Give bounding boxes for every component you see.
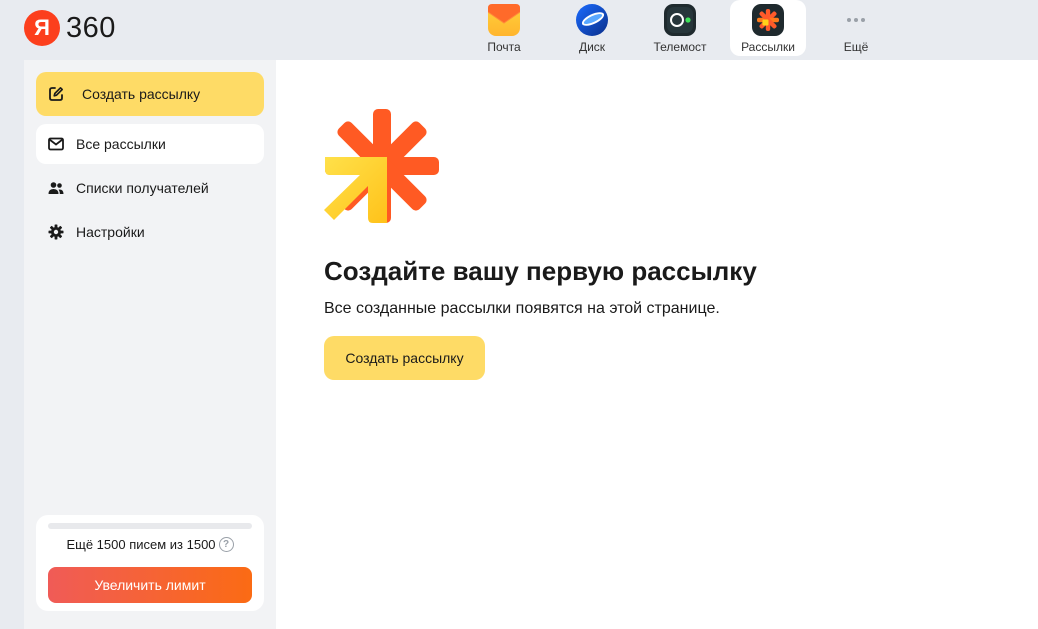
edit-pencil-icon xyxy=(48,86,64,102)
app-mailing-label: Рассылки xyxy=(741,40,795,54)
app-disk[interactable]: Диск xyxy=(554,0,630,56)
mailing-asterisk-icon xyxy=(752,4,784,36)
more-dots-icon xyxy=(840,4,872,36)
increase-limit-button[interactable]: Увеличить лимит xyxy=(48,567,252,603)
app-disk-label: Диск xyxy=(578,40,606,54)
sidebar-item-recipient-lists[interactable]: Списки получателей xyxy=(36,168,264,208)
yandex-360-logo[interactable]: Я 360 xyxy=(24,10,116,46)
app-mailing[interactable]: Рассылки xyxy=(730,0,806,56)
limit-progress-bar xyxy=(48,523,252,529)
help-question-icon[interactable]: ? xyxy=(218,537,234,552)
page-title: Создайте вашу первую рассылку xyxy=(324,256,757,286)
logo-360-text: 360 xyxy=(66,11,116,44)
mailing-logo-icon xyxy=(324,108,440,224)
sidebar-item-all-mailings[interactable]: Все рассылки xyxy=(36,124,264,164)
main-content: Создайте вашу первую рассылку Все создан… xyxy=(276,60,1038,629)
envelope-icon xyxy=(48,136,64,152)
app-mail[interactable]: Почта xyxy=(466,0,542,56)
sending-limit-card: Ещё 1500 писем из 1500 ? Увеличить лимит xyxy=(36,515,264,611)
users-icon xyxy=(48,180,64,196)
create-mailing-sidebar-label: Создать рассылку xyxy=(82,86,201,102)
create-mailing-button[interactable]: Создать рассылку xyxy=(324,336,485,380)
page-subtitle: Все созданные рассылки появятся на этой … xyxy=(324,300,720,317)
app-mail-label: Почта xyxy=(487,40,521,54)
yandex-logo-badge: Я xyxy=(24,10,60,46)
app-more[interactable]: Ещё xyxy=(818,0,894,56)
app-telemost[interactable]: Телемост xyxy=(642,0,718,56)
mail-envelope-icon xyxy=(488,4,520,36)
top-header: Я 360 Почта Диск Телемост Рассылки Ещё xyxy=(0,0,1038,60)
limit-status: Ещё 1500 писем из 1500 ? xyxy=(36,537,264,552)
limit-status-text: Ещё 1500 писем из 1500 xyxy=(66,537,216,552)
app-switcher: Почта Диск Телемост Рассылки Ещё xyxy=(466,0,906,56)
app-telemost-label: Телемост xyxy=(653,40,707,54)
sidebar-item-label: Списки получателей xyxy=(76,180,209,196)
disk-cloud-icon xyxy=(576,4,608,36)
sidebar-item-label: Настройки xyxy=(76,224,145,240)
sidebar-item-label: Все рассылки xyxy=(76,136,166,152)
telemost-camera-icon xyxy=(664,4,696,36)
sidebar-item-settings[interactable]: Настройки xyxy=(36,212,264,252)
app-more-label: Ещё xyxy=(843,40,869,54)
sidebar: Создать рассылку Все рассылки Списки пол… xyxy=(24,60,276,629)
gear-icon xyxy=(48,224,64,240)
create-mailing-sidebar-button[interactable]: Создать рассылку xyxy=(36,72,264,116)
